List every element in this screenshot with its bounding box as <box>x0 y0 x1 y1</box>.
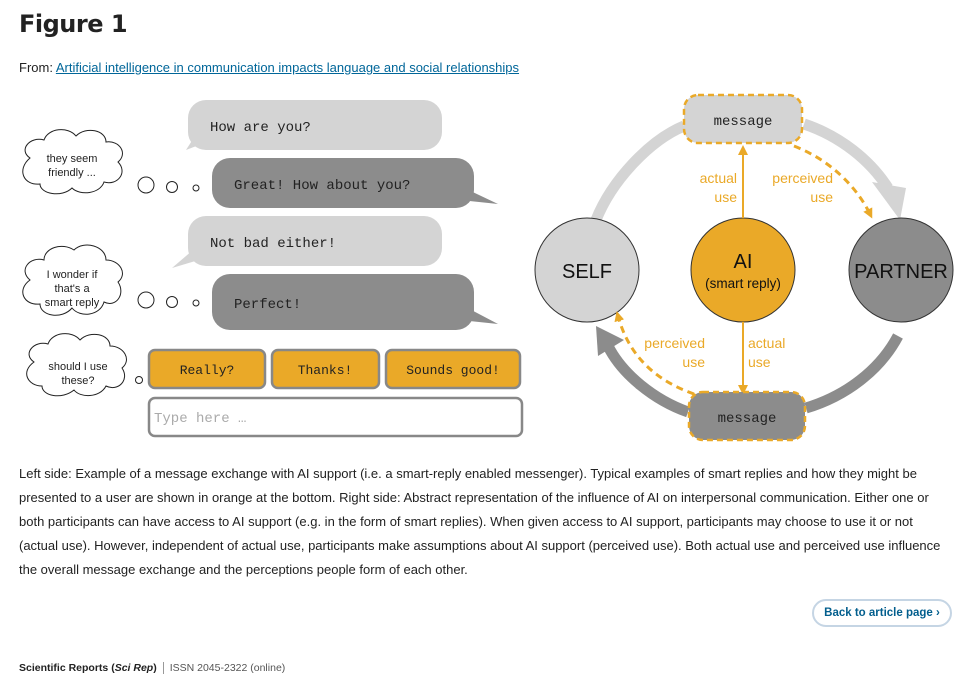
input-placeholder: Type here … <box>154 411 246 427</box>
ai-label: AI <box>734 251 753 273</box>
message-top-label: message <box>714 114 773 130</box>
message-bottom-label: message <box>718 411 777 427</box>
journal-title: Scientific Reports ( <box>19 662 115 674</box>
divider <box>162 662 164 675</box>
smart-reply-chip[interactable]: Really? <box>147 348 267 390</box>
journal-close: ) <box>153 662 157 674</box>
perceived-use-top-label: perceived <box>772 170 833 186</box>
article-link[interactable]: Artificial intelligence in communication… <box>56 60 519 75</box>
message-text: Not bad either! <box>210 236 336 252</box>
message-box-bottom: message <box>687 390 807 442</box>
message-input[interactable]: Type here … <box>147 396 524 438</box>
arc-message-to-self <box>603 343 690 418</box>
thought-text: should I use <box>48 361 107 373</box>
thought-cloud: should I use these? <box>26 333 127 397</box>
ai-sublabel: (smart reply) <box>705 276 781 291</box>
issn: ISSN 2045-2322 (online) <box>169 662 286 674</box>
journal-abbr: Sci Rep <box>114 662 154 674</box>
thought-cloud: I wonder if that's a smart reply <box>22 244 123 316</box>
partner-label: PARTNER <box>854 261 948 283</box>
smart-reply-label: Thanks! <box>298 363 353 378</box>
message-box-top: message <box>682 93 804 145</box>
actual-use-bottom-label: use <box>748 354 771 370</box>
message-bubble-self: Perfect! <box>212 274 498 330</box>
thought-dot <box>135 376 143 384</box>
from-prefix: From: <box>19 60 56 75</box>
smart-reply-label: Sounds good! <box>406 363 500 378</box>
actual-use-top-label: actual <box>700 170 737 186</box>
arc-self-to-message <box>590 120 687 223</box>
back-to-article-button[interactable]: Back to article page › <box>812 599 952 627</box>
message-text: How are you? <box>210 120 311 136</box>
thought-text: I wonder if <box>47 269 99 281</box>
ai-node: AI (smart reply) <box>690 217 796 323</box>
thought-text: they seem <box>47 153 98 165</box>
thought-text: friendly ... <box>48 167 96 179</box>
figure-svg: How are you? Great! How about you? Not b… <box>22 93 954 442</box>
thought-text: that's a <box>54 283 90 295</box>
figure-image: How are you? Great! How about you? Not b… <box>0 90 970 450</box>
perceived-use-bottom-label: use <box>682 354 705 370</box>
message-text: Great! How about you? <box>234 178 410 194</box>
self-node: SELF <box>534 217 640 323</box>
thought-text: smart reply <box>45 297 100 309</box>
smart-reply-chip[interactable]: Sounds good! <box>384 348 522 390</box>
arrowhead-to-partner <box>872 182 906 220</box>
actual-use-top-label: use <box>714 189 737 205</box>
smart-reply-chip[interactable]: Thanks! <box>270 348 381 390</box>
actual-use-bottom-label: actual <box>748 335 785 351</box>
perceived-use-top-label: use <box>810 189 833 205</box>
message-bubble-partner: How are you? <box>186 100 442 150</box>
self-label: SELF <box>562 261 612 283</box>
message-bubble-self: Great! How about you? <box>212 158 498 208</box>
thought-cloud: they seem friendly ... <box>22 129 123 195</box>
thought-bubbles-dots <box>137 291 200 309</box>
footer: Scientific Reports (Sci Rep) ISSN 2045-23… <box>19 662 286 675</box>
message-bubble-partner: Not bad either! <box>172 216 442 268</box>
partner-node: PARTNER <box>848 217 954 323</box>
message-text: Perfect! <box>234 297 301 313</box>
smart-reply-label: Really? <box>180 363 235 378</box>
figure-title: Figure 1 <box>19 10 128 38</box>
perceived-use-bottom-label: perceived <box>644 335 705 351</box>
thought-text: these? <box>61 375 94 387</box>
thought-bubbles-dots <box>137 176 200 194</box>
arc-partner-to-message <box>804 333 903 414</box>
figure-caption: Left side: Example of a message exchange… <box>19 466 941 577</box>
source-line: From: Artificial intelligence in communi… <box>19 60 519 75</box>
journal-name: Scientific Reports (Sci Rep) <box>19 662 157 674</box>
